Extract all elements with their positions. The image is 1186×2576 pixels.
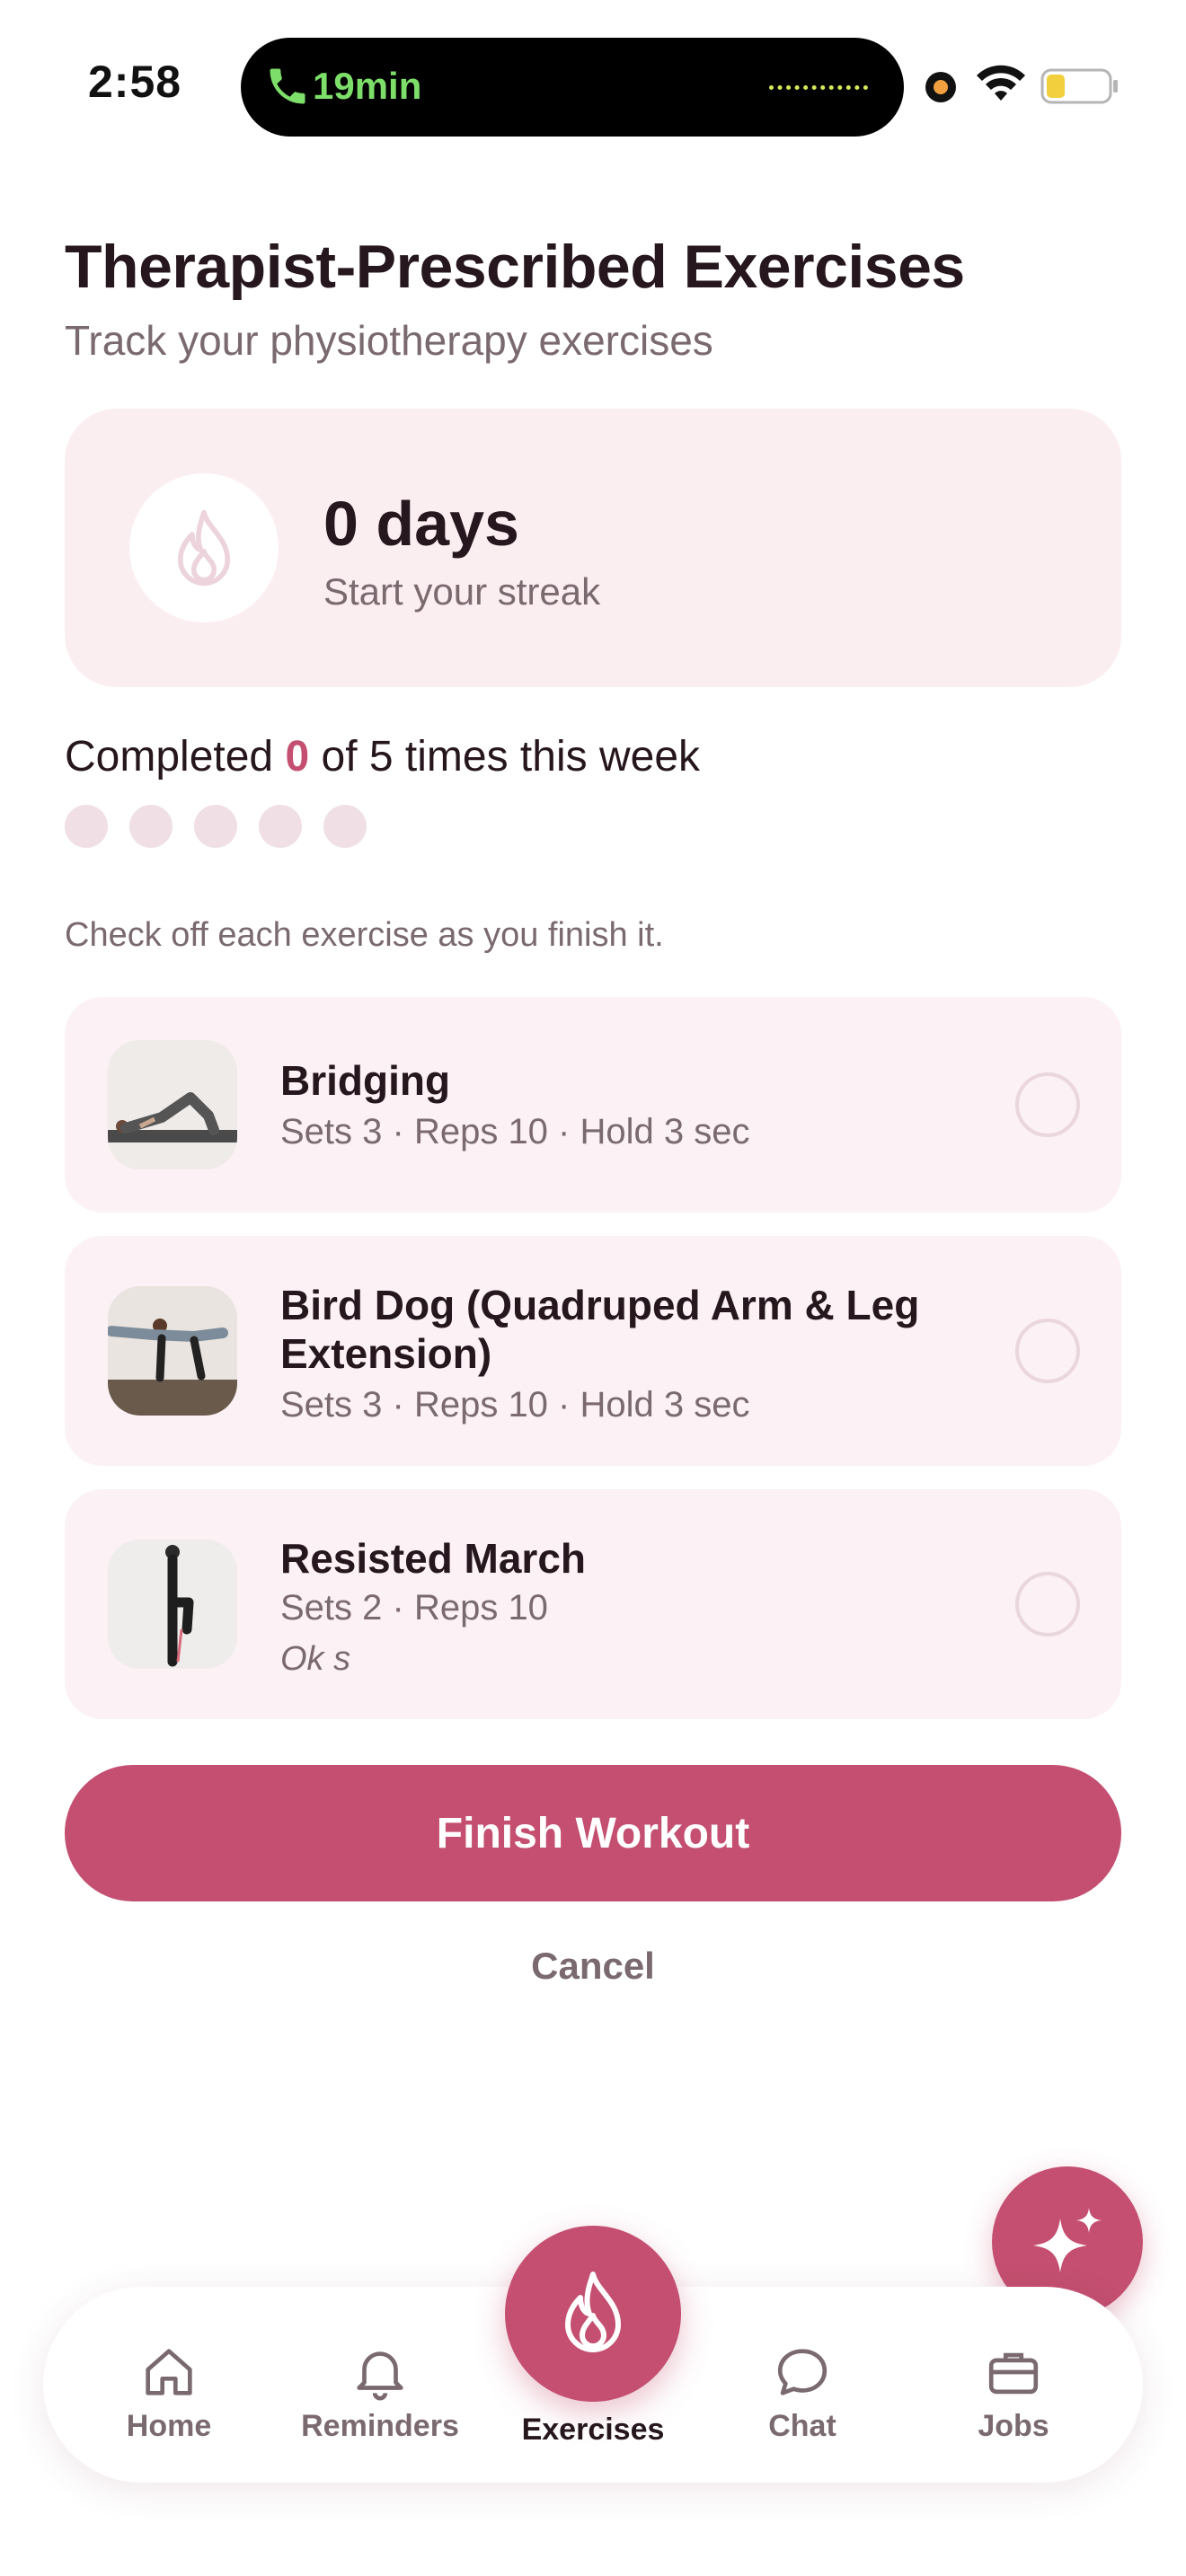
exercise-thumbnail <box>108 1040 237 1169</box>
week-dot <box>194 805 237 848</box>
phone-icon <box>270 68 305 104</box>
exercise-meta: Sets 3 · Reps 10 · Hold 3 sec <box>280 1112 750 1151</box>
exercise-checkbox[interactable] <box>1015 1572 1080 1636</box>
briefcase-icon <box>988 2352 1039 2395</box>
bottom-navigation: Home Reminders Exercises Chat Jobs <box>43 2226 1143 2483</box>
home-icon <box>146 2349 192 2395</box>
sparkles-icon <box>1033 2208 1102 2272</box>
exercise-name: Resisted March <box>280 1535 587 1582</box>
nav-reminders-label: Reminders <box>301 2409 459 2443</box>
nav-home-label: Home <box>126 2409 212 2443</box>
nav-home[interactable]: Home <box>79 2341 259 2444</box>
flame-icon <box>565 2272 621 2352</box>
finish-workout-button[interactable]: Finish Workout <box>65 1765 1121 1901</box>
audio-waveform <box>769 85 868 90</box>
bell-icon <box>357 2351 403 2401</box>
call-duration: 19min <box>313 65 422 107</box>
week-dot <box>65 805 108 848</box>
week-dot <box>323 805 367 848</box>
status-time: 2:58 <box>88 57 182 107</box>
exercise-checkbox[interactable] <box>1015 1072 1080 1137</box>
cancel-button[interactable]: Cancel <box>0 1945 1186 1988</box>
flame-icon <box>177 509 231 587</box>
exercise-meta: Sets 2 · Reps 10 <box>280 1588 548 1628</box>
nav-chat[interactable]: Chat <box>712 2341 892 2444</box>
status-bar: 2:58 19min <box>0 0 1186 171</box>
streak-icon-circle <box>129 473 279 622</box>
exercise-checkbox[interactable] <box>1015 1319 1080 1383</box>
streak-count: 0 days <box>323 489 519 559</box>
battery-icon <box>1040 68 1118 104</box>
exercise-name: Bird Dog (Quadruped Arm & Leg Extension) <box>280 1282 920 1377</box>
nav-reminders[interactable]: Reminders <box>290 2341 470 2444</box>
nav-jobs-label: Jobs <box>978 2409 1049 2443</box>
page-subtitle: Track your physiotherapy exercises <box>65 317 713 364</box>
nav-jobs[interactable]: Jobs <box>924 2341 1103 2444</box>
dynamic-island-call[interactable]: 19min <box>241 38 904 137</box>
chat-bubble-icon <box>777 2349 828 2395</box>
wifi-icon <box>977 65 1025 101</box>
exercise-meta: Sets 3 · Reps 10 · Hold 3 sec <box>280 1385 750 1425</box>
streak-card: 0 days Start your streak <box>65 409 1121 687</box>
nav-exercises-label: Exercises <box>521 2413 665 2447</box>
page-title: Therapist-Prescribed Exercises <box>65 233 965 301</box>
weekly-progress-dots <box>65 805 367 850</box>
nav-chat-label: Chat <box>768 2409 836 2443</box>
week-dot <box>129 805 173 848</box>
exercise-note: Ok s <box>280 1640 351 1678</box>
weekly-prefix: Completed <box>65 733 286 781</box>
instruction-text: Check off each exercise as you finish it… <box>65 916 664 954</box>
exercise-thumbnail <box>108 1286 237 1416</box>
recording-indicator <box>925 72 956 102</box>
streak-label: Start your streak <box>323 570 601 613</box>
weekly-progress-text: Completed 0 of 5 times this week <box>65 732 700 781</box>
weekly-completed-count: 0 <box>285 733 310 781</box>
exercise-card-bridging[interactable]: Bridging Sets 3 · Reps 10 · Hold 3 sec <box>65 997 1121 1213</box>
exercise-card-resisted-march[interactable]: Resisted March Sets 2 · Reps 10 Ok s <box>65 1489 1121 1719</box>
exercise-card-bird-dog[interactable]: Bird Dog (Quadruped Arm & Leg Extension)… <box>65 1236 1121 1466</box>
exercise-thumbnail <box>108 1539 237 1669</box>
week-dot <box>259 805 302 848</box>
weekly-suffix: of 5 times this week <box>309 733 701 781</box>
exercise-name: Bridging <box>280 1057 451 1104</box>
nav-exercises[interactable] <box>505 2226 681 2402</box>
